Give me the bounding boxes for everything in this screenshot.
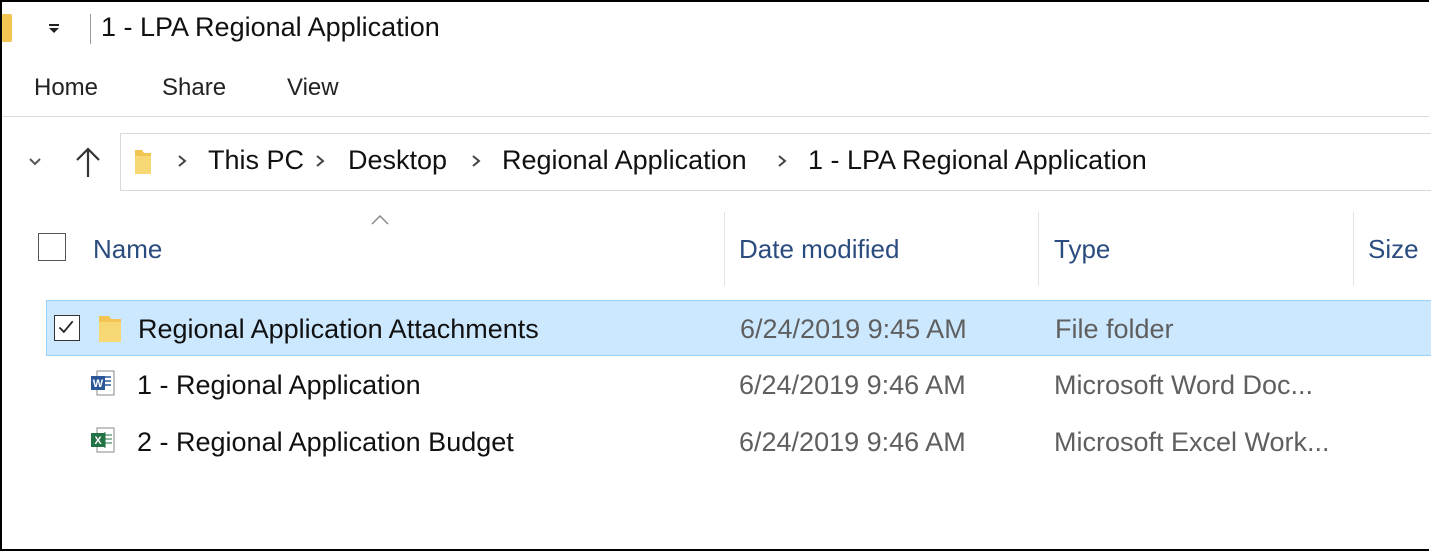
file-name: 2 - Regional Application Budget bbox=[137, 427, 514, 457]
excel-workbook-icon: X bbox=[91, 427, 115, 453]
column-header-name[interactable]: Name bbox=[93, 234, 162, 265]
address-bar[interactable]: This PC Desktop Regional Application 1 -… bbox=[120, 133, 1431, 191]
title-separator bbox=[90, 14, 91, 44]
checkmark-icon bbox=[58, 320, 74, 334]
file-explorer-window: 1 - LPA Regional Application Home Share … bbox=[0, 0, 1431, 551]
folder-icon bbox=[135, 150, 151, 174]
file-name: Regional Application Attachments bbox=[138, 314, 539, 344]
chevron-down-icon[interactable] bbox=[28, 155, 42, 169]
file-row[interactable]: Regional Application Attachments 6/24/20… bbox=[46, 300, 1431, 356]
file-row[interactable]: X 2 - Regional Application Budget 6/24/2… bbox=[46, 414, 1431, 470]
svg-text:X: X bbox=[94, 435, 102, 447]
word-document-icon: W bbox=[91, 370, 115, 396]
navigation-bar: This PC Desktop Regional Application 1 -… bbox=[2, 117, 1431, 212]
column-header-type[interactable]: Type bbox=[1054, 234, 1110, 265]
svg-text:W: W bbox=[93, 378, 104, 390]
title-bar: 1 - LPA Regional Application bbox=[2, 2, 1429, 58]
breadcrumb-chevron-icon[interactable] bbox=[315, 154, 325, 168]
breadcrumb-chevron-icon[interactable] bbox=[471, 154, 481, 168]
tab-home[interactable]: Home bbox=[34, 74, 98, 102]
file-row[interactable]: W 1 - Regional Application 6/24/2019 9:4… bbox=[46, 357, 1431, 413]
column-header-size[interactable]: Size bbox=[1368, 234, 1419, 265]
ribbon-tabs: Home Share View bbox=[2, 58, 1429, 117]
breadcrumb-desktop[interactable]: Desktop bbox=[348, 145, 447, 176]
column-divider[interactable] bbox=[1038, 212, 1039, 286]
column-divider[interactable] bbox=[1353, 212, 1354, 286]
breadcrumb-this-pc[interactable]: This PC bbox=[208, 145, 304, 176]
column-divider[interactable] bbox=[724, 212, 725, 286]
breadcrumb-current-folder[interactable]: 1 - LPA Regional Application bbox=[808, 145, 1147, 176]
file-name: 1 - Regional Application bbox=[137, 370, 421, 400]
file-type: Microsoft Word Doc... bbox=[1054, 370, 1314, 400]
up-arrow-icon[interactable] bbox=[74, 145, 102, 179]
folder-icon bbox=[2, 14, 12, 42]
column-headers: Name Date modified Type Size bbox=[2, 212, 1429, 287]
file-type: Microsoft Excel Work... bbox=[1054, 427, 1330, 457]
breadcrumb-regional-application[interactable]: Regional Application bbox=[502, 145, 747, 176]
file-date-modified: 6/24/2019 9:45 AM bbox=[740, 314, 967, 344]
sort-ascending-icon bbox=[371, 214, 389, 225]
window-title: 1 - LPA Regional Application bbox=[101, 12, 440, 42]
row-checkbox[interactable] bbox=[54, 315, 80, 341]
file-type: File folder bbox=[1055, 314, 1174, 344]
folder-icon bbox=[99, 316, 121, 342]
tab-view[interactable]: View bbox=[287, 74, 339, 102]
breadcrumb-chevron-icon[interactable] bbox=[177, 154, 187, 168]
breadcrumb-chevron-icon[interactable] bbox=[777, 154, 787, 168]
file-date-modified: 6/24/2019 9:46 AM bbox=[739, 370, 966, 400]
file-date-modified: 6/24/2019 9:46 AM bbox=[739, 427, 966, 457]
customize-quick-access-icon[interactable] bbox=[46, 18, 62, 38]
tab-share[interactable]: Share bbox=[162, 74, 226, 102]
column-header-date-modified[interactable]: Date modified bbox=[739, 234, 899, 265]
select-all-checkbox[interactable] bbox=[38, 233, 66, 261]
